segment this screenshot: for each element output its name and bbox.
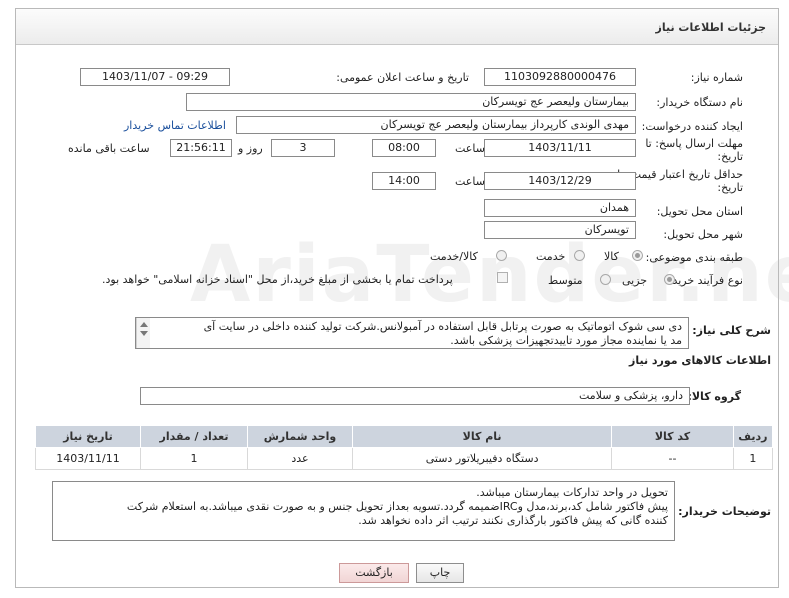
- category-service-label: خدمت: [536, 250, 566, 263]
- buyer-notes-textarea: تحویل در واحد تدارکات بیمارستان میباشد. …: [52, 481, 675, 541]
- cell-quantity: 1: [139, 447, 249, 470]
- general-description-textarea: دی سی شوک اتوماتیک به صورت پرتابل قابل ا…: [135, 317, 689, 349]
- reply-deadline-time-field: 08:00: [372, 139, 436, 157]
- goods-section-title: اطلاعات کالاهای مورد نیاز: [629, 354, 771, 367]
- col-row-number: ردیف: [732, 425, 774, 448]
- table-row: 1 -- دستگاه دفیبریلاتور دستی عدد 1 1403/…: [35, 447, 774, 470]
- price-validity-time-label: ساعت: [455, 175, 485, 188]
- col-unit: واحد شمارش: [247, 425, 353, 448]
- requester-field: مهدی الوندی کارپرداز بیمارستان ولیعصر عج…: [236, 116, 636, 134]
- purchase-process-label: نوع فرآیند خرید :: [665, 274, 743, 287]
- process-medium-label: متوسط: [548, 274, 583, 287]
- reply-deadline-label-date: تاریخ:: [717, 150, 743, 163]
- buyer-notes-line-3: کننده گانی که پیش فاکتور بارگذاری نکنند …: [358, 514, 668, 527]
- reply-deadline-label: مهلت ارسال پاسخ: تا: [645, 137, 743, 150]
- treasury-checkbox[interactable]: [497, 272, 508, 283]
- general-description-label: شرح کلی نیاز:: [692, 324, 771, 337]
- goods-table: ردیف کد کالا نام کالا واحد شمارش تعداد /…: [35, 425, 774, 470]
- province-label: استان محل تحویل:: [656, 205, 743, 218]
- description-scrollbar[interactable]: [136, 318, 150, 348]
- cell-item-code: --: [611, 447, 734, 470]
- col-quantity: تعداد / مقدار: [139, 425, 249, 448]
- general-description-line-1: دی سی شوک اتوماتیک به صورت پرتابل قابل ا…: [203, 320, 682, 333]
- process-minor-label: جزیی: [622, 274, 648, 287]
- goods-group-field: دارو، پزشکی و سلامت: [140, 387, 690, 405]
- panel-title: جزئیات اطلاعات نیاز: [16, 9, 778, 45]
- treasury-text: پرداخت تمام یا بخشی از مبلغ خرید،از محل …: [102, 273, 453, 286]
- print-button[interactable]: چاپ: [416, 563, 464, 583]
- col-item-name: نام کالا: [351, 425, 613, 448]
- city-label: شهر محل تحویل:: [663, 228, 743, 241]
- requester-label: ایجاد کننده درخواست:: [641, 120, 743, 133]
- back-button[interactable]: بازگشت: [339, 563, 409, 583]
- goods-table-header: ردیف کد کالا نام کالا واحد شمارش تعداد /…: [35, 425, 774, 448]
- province-field: همدان: [484, 199, 636, 217]
- general-description-line-2: مد یا نماینده مجاز مورد تاییدتجهیزات پزش…: [450, 334, 682, 347]
- cell-row-number: 1: [732, 447, 774, 470]
- buyer-org-label: نام دستگاه خریدار:: [656, 96, 743, 109]
- price-validity-label-date: تاریخ:: [717, 181, 743, 194]
- need-number-label: شماره نیاز:: [690, 71, 743, 84]
- city-field: تویسرکان: [484, 221, 636, 239]
- category-goods-radio[interactable]: [632, 250, 643, 261]
- cell-need-date: 1403/11/11: [35, 447, 141, 470]
- buyer-notes-line-2: پیش فاکتور شامل کد،برند،مدل وIRCضمیمه گر…: [126, 500, 668, 513]
- category-service-radio[interactable]: [574, 250, 585, 261]
- process-minor-radio[interactable]: [664, 274, 675, 285]
- category-goods-label: کالا: [604, 250, 619, 263]
- need-number-field: 1103092880000476: [484, 68, 636, 86]
- buyer-notes-label: توضیحات خریدار:: [678, 505, 771, 518]
- buyer-contact-link[interactable]: اطلاعات تماس خریدار: [124, 119, 226, 132]
- buyer-notes-line-1: تحویل در واحد تدارکات بیمارستان میباشد.: [476, 486, 668, 499]
- remaining-time-label: ساعت باقی مانده: [68, 142, 150, 155]
- announce-datetime-field: 1403/11/07 - 09:29: [80, 68, 230, 86]
- announce-datetime-label: تاریخ و ساعت اعلان عمومی:: [336, 71, 469, 84]
- process-medium-radio[interactable]: [600, 274, 611, 285]
- price-validity-label: حداقل تاریخ اعتبار قیمت: تا: [617, 168, 743, 181]
- reply-deadline-time-label: ساعت: [455, 142, 485, 155]
- reply-deadline-date-field: 1403/11/11: [484, 139, 636, 157]
- scroll-down-icon[interactable]: [140, 331, 148, 336]
- category-label: طبقه بندی موضوعی:: [645, 251, 743, 264]
- reply-days-label: روز و: [238, 142, 263, 155]
- scroll-up-icon[interactable]: [140, 322, 148, 327]
- price-validity-date-field: 1403/12/29: [484, 172, 636, 190]
- cell-item-name: دستگاه دفیبریلاتور دستی: [351, 447, 613, 470]
- category-goods-service-radio[interactable]: [496, 250, 507, 261]
- cell-unit: عدد: [247, 447, 353, 470]
- buyer-org-field: بیمارستان ولیعصر عج تویسرکان: [186, 93, 636, 111]
- goods-group-label: گروه کالا:: [687, 390, 741, 403]
- reply-days-field: 3: [271, 139, 335, 157]
- col-need-date: تاریخ نیاز: [35, 425, 141, 448]
- remaining-time-field: 21:56:11: [170, 139, 232, 157]
- category-goods-service-label: کالا/خدمت: [430, 250, 478, 263]
- price-validity-time-field: 14:00: [372, 172, 436, 190]
- col-item-code: کد کالا: [611, 425, 734, 448]
